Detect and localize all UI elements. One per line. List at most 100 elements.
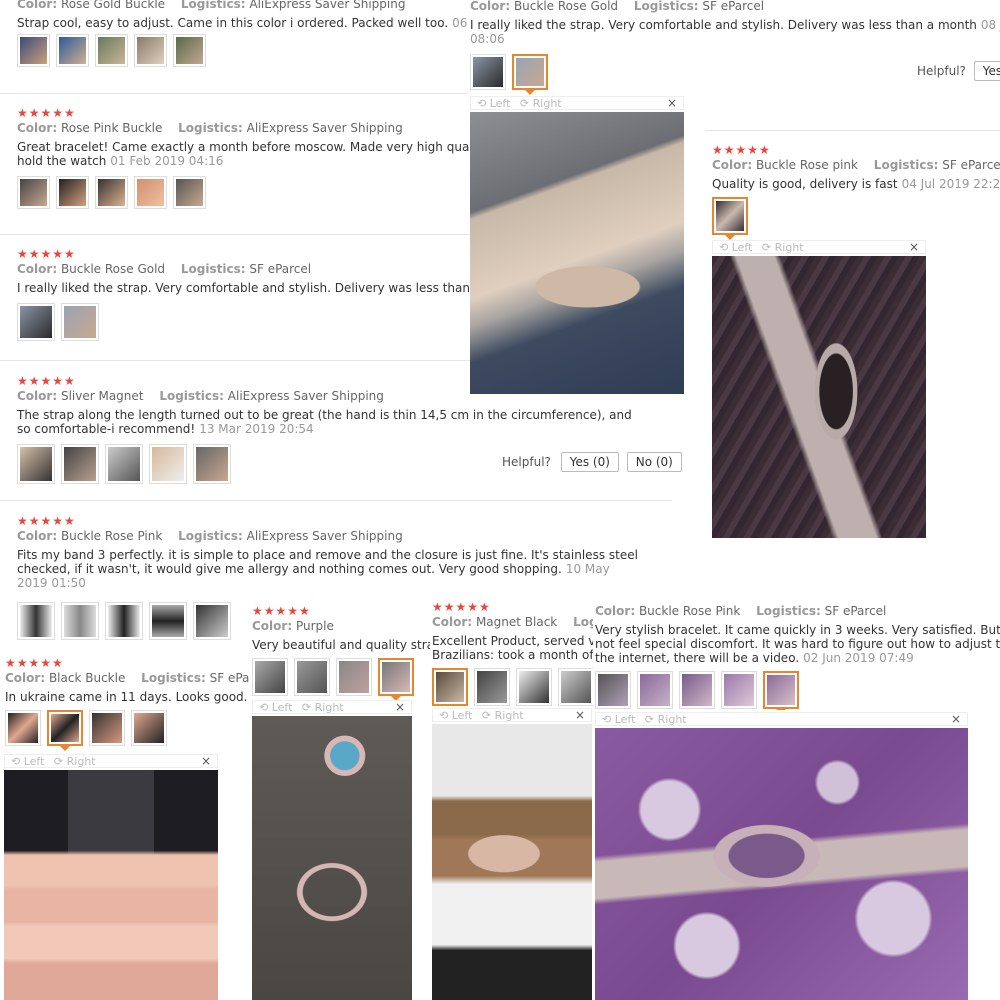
helpful-no-button[interactable]: No (0) — [626, 452, 682, 472]
photo-thumb[interactable] — [173, 176, 206, 209]
color-value: Rose Gold Buckle — [60, 0, 166, 11]
rotate-right-icon[interactable]: ⟳ Right — [302, 701, 344, 714]
photo-thumb[interactable] — [17, 602, 55, 640]
rotate-left-icon[interactable]: ⟲ Left — [439, 709, 472, 722]
photo-thumb[interactable] — [61, 303, 99, 341]
photo-thumb[interactable] — [56, 34, 89, 67]
photo-thumb[interactable] — [516, 668, 552, 706]
helpful-yes-button[interactable]: Yes (0) — [560, 452, 619, 472]
logistics-value: AliExpress Saver Shipping — [249, 0, 406, 11]
photo-thumb[interactable] — [134, 176, 167, 209]
review-date: 13 Mar 2019 20:54 — [199, 422, 314, 436]
photo-thumb[interactable] — [105, 602, 143, 640]
photo-thumb[interactable] — [193, 602, 231, 640]
photo-thumb[interactable] — [95, 34, 128, 67]
photo-thumb[interactable] — [252, 658, 288, 696]
photo-thumb[interactable] — [17, 444, 55, 484]
rotate-left-icon[interactable]: ⟲ Left — [259, 701, 292, 714]
photo-thumb[interactable] — [61, 602, 99, 640]
close-icon[interactable]: × — [909, 240, 919, 254]
photo-thumb[interactable] — [679, 671, 715, 709]
rotate-right-icon[interactable]: ⟳ Right — [482, 709, 524, 722]
photo-thumb[interactable] — [558, 668, 594, 706]
logistics-label: Logistics: — [141, 671, 206, 685]
photo-thumb-selected[interactable] — [512, 54, 548, 95]
photo-thumb[interactable] — [173, 34, 206, 67]
review-photo-large[interactable] — [470, 112, 684, 394]
logistics-label: Logistics: — [756, 604, 821, 618]
photo-thumb[interactable] — [17, 303, 55, 341]
close-icon[interactable]: × — [667, 96, 677, 110]
review-photo-large[interactable] — [712, 256, 926, 538]
photo-thumb[interactable] — [474, 668, 510, 706]
photo-thumb[interactable] — [105, 444, 143, 484]
photo-thumb[interactable] — [595, 671, 631, 709]
rotate-right-icon[interactable]: ⟳ Right — [520, 97, 562, 110]
photo-thumb[interactable] — [193, 444, 231, 484]
photo-thumb-selected[interactable] — [763, 671, 799, 710]
review-item: ★★★★★ Color: Purple Very beautiful and q… — [252, 604, 432, 701]
review-item: ★★★★★ Color: Buckle Rose Pink Logistics:… — [0, 514, 690, 590]
photo-thumb[interactable] — [134, 34, 167, 67]
rotate-left-icon[interactable]: ⟲ Left — [602, 713, 635, 726]
photo-thumb[interactable] — [56, 176, 89, 209]
photo-thumb-selected[interactable] — [432, 668, 468, 706]
review-photos — [252, 658, 432, 701]
color-value: Purple — [295, 619, 334, 633]
helpful-label: Helpful? — [917, 64, 966, 78]
divider — [0, 500, 672, 501]
review-photo-large[interactable] — [595, 728, 968, 1000]
review-photos — [5, 710, 250, 751]
star-rating: ★★★★★ — [432, 600, 491, 614]
review-panel-r10: ★★★★★ Color: Magnet Black Logisti Excell… — [430, 594, 595, 706]
review-date: 08 Jul 2019 — [980, 18, 1000, 32]
color-value: Black Buckle — [48, 671, 126, 685]
photo-thumb[interactable] — [131, 710, 167, 746]
photo-viewer: ⟲ Left ⟳ Right × — [470, 96, 684, 396]
close-icon[interactable]: × — [951, 712, 961, 726]
review-photo-large[interactable] — [252, 716, 412, 1000]
star-rating: ★★★★★ — [17, 514, 76, 528]
photo-thumb[interactable] — [721, 671, 757, 709]
photo-thumb[interactable] — [17, 176, 50, 209]
helpful-label: Helpful? — [502, 455, 551, 469]
review-photo-large[interactable] — [432, 724, 592, 1000]
rotate-right-icon[interactable]: ⟳ Right — [54, 755, 96, 768]
close-icon[interactable]: × — [575, 708, 585, 722]
review-text: In ukraine came in 11 days. Looks good. … — [5, 690, 250, 704]
review-meta: Color: Buckle Rose Pink Logistics: SF eP… — [595, 603, 1000, 619]
review-meta: Color: Purple — [252, 618, 432, 634]
photo-thumb-selected[interactable] — [712, 197, 748, 240]
photo-thumb-selected[interactable] — [47, 710, 83, 751]
photo-thumb[interactable] — [89, 710, 125, 746]
review-photo-large[interactable] — [4, 770, 218, 1000]
review-date: 10 May — [565, 562, 610, 576]
photo-thumb[interactable] — [61, 444, 99, 484]
divider — [0, 234, 470, 235]
logistics-value: SF eParcel — [824, 604, 887, 618]
rotate-right-icon[interactable]: ⟳ Right — [645, 713, 687, 726]
photo-thumb[interactable] — [294, 658, 330, 696]
rotate-left-icon[interactable]: ⟲ Left — [719, 241, 752, 254]
review-item: ★★★★★ Color: Magnet Black Logisti Excell… — [432, 600, 595, 706]
close-icon[interactable]: × — [395, 700, 405, 714]
rotate-right-icon[interactable]: ⟳ Right — [762, 241, 804, 254]
helpful-yes-button[interactable]: Yes — [973, 61, 1000, 81]
photo-thumb[interactable] — [149, 602, 187, 640]
rotate-left-icon[interactable]: ⟲ Left — [11, 755, 44, 768]
photo-thumb[interactable] — [17, 34, 50, 67]
photo-thumb[interactable] — [95, 176, 128, 209]
photo-viewer: ⟲ Left ⟳ Right × — [4, 754, 218, 1000]
rotate-left-icon[interactable]: ⟲ Left — [477, 97, 510, 110]
logistics-label: Logistics: — [178, 529, 243, 543]
color-label: Color: — [17, 262, 58, 276]
photo-thumb[interactable] — [336, 658, 372, 696]
photo-thumb[interactable] — [149, 444, 187, 484]
photo-thumb[interactable] — [637, 671, 673, 709]
photo-thumb[interactable] — [5, 710, 41, 746]
color-value: Buckle Rose Gold — [513, 0, 619, 13]
photo-thumb[interactable] — [470, 54, 506, 90]
photo-thumb-selected[interactable] — [378, 658, 414, 701]
close-icon[interactable]: × — [201, 754, 211, 768]
review-date-time: 08:06 — [470, 32, 505, 46]
